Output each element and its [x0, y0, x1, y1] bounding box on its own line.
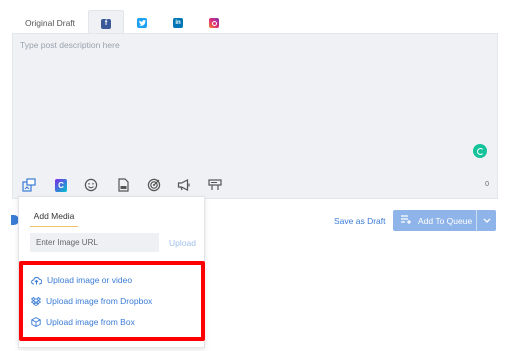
post-editor[interactable]: Type post description here C 0 — [12, 33, 498, 199]
upload-from-box-label: Upload image from Box — [46, 317, 135, 327]
instagram-icon — [209, 18, 219, 28]
tab-original-draft-label: Original Draft — [24, 18, 76, 28]
character-count: 0 — [485, 181, 489, 188]
upload-from-box-option[interactable]: Upload image from Box — [31, 317, 135, 327]
queue-list-icon — [401, 215, 412, 226]
add-media-popup: Add Media Upload Upload image or video U… — [18, 196, 205, 348]
chevron-down-icon — [483, 218, 490, 223]
emoji-icon[interactable] — [83, 177, 99, 193]
grammarly-icon[interactable] — [473, 144, 487, 158]
box-icon — [31, 317, 41, 327]
post-description-placeholder: Type post description here — [20, 40, 120, 50]
add-media-tab[interactable]: Add Media — [30, 205, 78, 227]
upload-image-or-video-option[interactable]: Upload image or video — [31, 275, 132, 285]
media-icon[interactable] — [21, 177, 37, 193]
megaphone-icon[interactable] — [176, 177, 192, 193]
dropbox-icon — [31, 296, 41, 306]
save-as-draft-button[interactable]: Save as Draft — [334, 216, 386, 226]
caption-icon[interactable] — [207, 177, 223, 193]
upload-url-button[interactable]: Upload — [169, 238, 196, 248]
upload-from-dropbox-option[interactable]: Upload image from Dropbox — [31, 296, 152, 306]
gif-icon[interactable] — [115, 177, 131, 193]
add-to-queue-label: Add To Queue — [418, 215, 473, 226]
upload-from-dropbox-label: Upload image from Dropbox — [46, 296, 153, 306]
canva-icon[interactable]: C — [53, 177, 69, 193]
target-icon[interactable] — [146, 177, 162, 193]
cloud-upload-icon — [31, 276, 42, 284]
upload-options-highlight: Upload image or video Upload image from … — [19, 261, 205, 341]
add-to-queue-main[interactable]: Add To Queue — [393, 210, 476, 231]
image-url-input[interactable] — [30, 233, 159, 252]
queue-options-dropdown[interactable] — [476, 210, 496, 231]
twitter-icon — [137, 18, 147, 28]
upload-image-or-video-label: Upload image or video — [47, 275, 133, 285]
editor-toolbar: C 0 — [13, 175, 497, 195]
linkedin-icon: in — [173, 18, 183, 28]
facebook-icon: f — [101, 18, 111, 29]
canva-glyph: C — [55, 178, 67, 192]
add-to-queue-button[interactable]: Add To Queue — [393, 210, 496, 231]
